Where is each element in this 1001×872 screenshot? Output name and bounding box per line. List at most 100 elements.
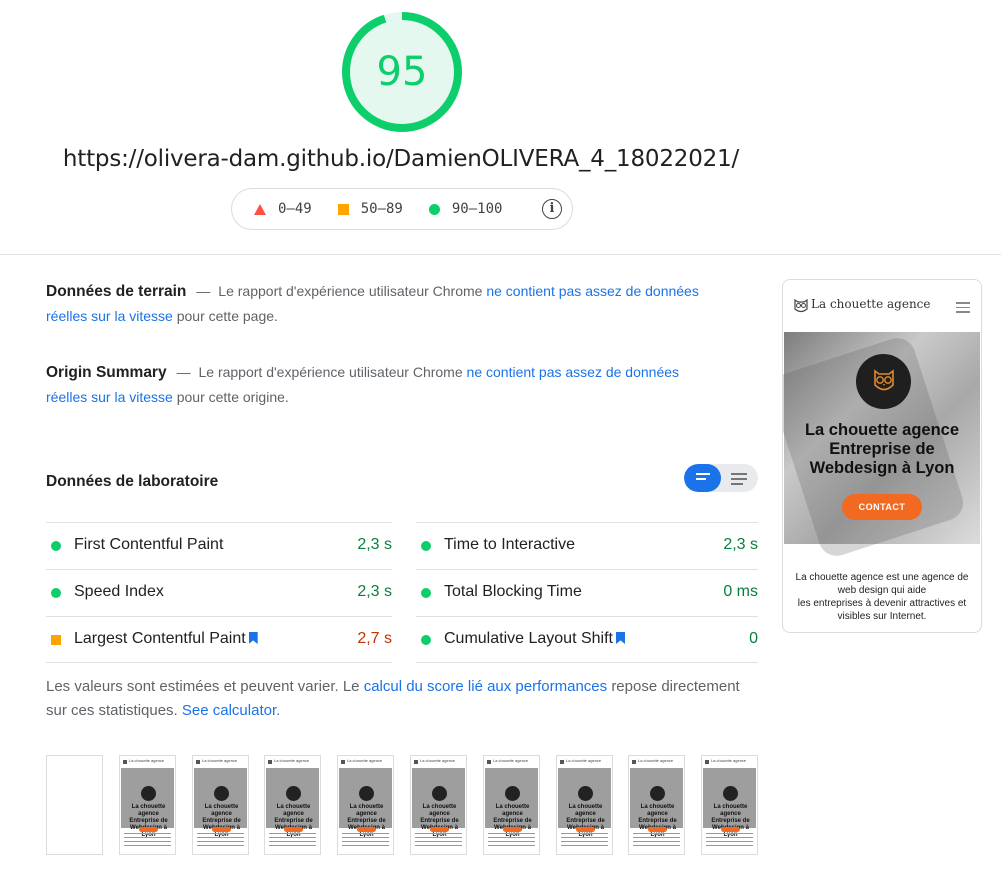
filmstrip-frame: La chouette agence La chouette agence Ent… — [628, 755, 685, 855]
frame-text — [706, 833, 753, 849]
frame-hero: La chouette agence Entreprise de Webdesi… — [558, 768, 611, 838]
origin-summary-text: Le rapport d'expérience utilisateur Chro… — [198, 364, 463, 380]
field-data-text: Le rapport d'expérience utilisateur Chro… — [218, 283, 483, 299]
frame-contact-button — [212, 827, 231, 832]
owl-badge — [723, 786, 738, 801]
score-legend: 0–49 50–89 90–100 i — [231, 188, 573, 230]
filmstrip-frame: La chouette agence La chouette agence Ent… — [410, 755, 467, 855]
metric-name: Total Blocking Time — [444, 583, 582, 600]
performance-score-gauge: 95 — [341, 11, 463, 133]
metric-total-blocking-time: Total Blocking Time 0 ms — [416, 569, 758, 616]
compact-view-icon[interactable] — [696, 473, 710, 483]
frame-contact-button — [139, 827, 158, 832]
pass-circle-icon — [51, 541, 61, 551]
triangle-icon — [254, 203, 266, 215]
filmstrip-frame: La chouette agence La chouette agence Ent… — [192, 755, 249, 855]
metric-value: 2,7 s — [357, 630, 392, 647]
filmstrip-frame: La chouette agence La chouette agence Ent… — [701, 755, 758, 855]
bookmark-icon[interactable] — [615, 632, 625, 644]
circle-icon — [428, 203, 440, 215]
pass-circle-icon — [421, 635, 431, 645]
frame-contact-button — [503, 827, 522, 832]
filmstrip-frame: La chouette agence La chouette agence Ent… — [337, 755, 394, 855]
owl-logo-icon — [487, 760, 491, 764]
metric-first-contentful-paint: First Contentful Paint 2,3 s — [46, 522, 392, 569]
owl-badge — [359, 786, 374, 801]
frame-text — [488, 833, 535, 849]
site-brand: La chouette agence — [811, 297, 931, 311]
owl-logo-icon — [123, 760, 127, 764]
frame-brand: La chouette agence — [493, 758, 529, 763]
owl-logo-icon — [560, 760, 564, 764]
owl-logo-icon — [794, 298, 808, 313]
legend-average-label: 50–89 — [360, 201, 403, 217]
frame-brand: La chouette agence — [638, 758, 674, 763]
frame-hero: La chouette agence Entreprise de Webdesi… — [412, 768, 465, 838]
filmstrip-frame: La chouette agence La chouette agence Ent… — [483, 755, 540, 855]
frame-brand: La chouette agence — [129, 758, 165, 763]
frame-text — [342, 833, 389, 849]
legend-fail-label: 0–49 — [278, 201, 312, 217]
metrics-right-column: Time to Interactive 2,3 s Total Blocking… — [416, 522, 758, 663]
metric-time-to-interactive: Time to Interactive 2,3 s — [416, 522, 758, 569]
owl-icon — [874, 369, 894, 391]
frame-hero: La chouette agence Entreprise de Webdesi… — [485, 768, 538, 838]
owl-badge — [505, 786, 520, 801]
legend-average: 50–89 — [337, 201, 403, 217]
note-text: Les valeurs sont estimées et peuvent var… — [46, 678, 360, 695]
bookmark-icon[interactable] — [248, 632, 258, 644]
field-data-text-after: pour cette page. — [176, 308, 278, 324]
metric-name-wrap: Largest Contentful Paint — [74, 630, 258, 648]
owl-badge — [141, 786, 156, 801]
metric-name: Speed Index — [74, 583, 164, 600]
frame-text — [633, 833, 680, 849]
filmstrip-frame: La chouette agence La chouette agence Ent… — [264, 755, 321, 855]
metrics-view-toggle[interactable] — [684, 464, 758, 492]
frame-hero: La chouette agence Entreprise de Webdesi… — [121, 768, 174, 838]
info-icon[interactable]: i — [542, 199, 562, 219]
frame-hero: La chouette agence Entreprise de Webdesi… — [703, 768, 756, 838]
metric-value: 2,3 s — [357, 583, 392, 600]
filmstrip: La chouette agence La chouette agence Ent… — [46, 755, 758, 855]
final-screenshot: La chouette agence La chouette agence En… — [782, 279, 982, 633]
frame-brand: La chouette agence — [347, 758, 383, 763]
frame-text — [197, 833, 244, 849]
frame-text — [124, 833, 171, 849]
owl-badge — [856, 354, 911, 409]
owl-logo-icon — [196, 760, 200, 764]
expanded-view-icon[interactable] — [731, 473, 747, 488]
field-data-title: Données de terrain — [46, 283, 187, 300]
frame-brand: La chouette agence — [711, 758, 747, 763]
frame-text — [269, 833, 316, 849]
frame-brand: La chouette agence — [274, 758, 310, 763]
owl-badge — [650, 786, 665, 801]
hero-banner: La chouette agence Entreprise de Webdesi… — [783, 332, 980, 561]
frame-brand: La chouette agence — [202, 758, 238, 763]
owl-logo-icon — [268, 760, 272, 764]
page-url: https://olivera-dam.github.io/DamienOLIV… — [62, 146, 740, 172]
average-square-icon — [51, 635, 61, 645]
metric-name-wrap: Cumulative Layout Shift — [444, 630, 625, 648]
metric-name: First Contentful Paint — [74, 536, 224, 553]
frame-text — [415, 833, 462, 849]
frame-hero: La chouette agence Entreprise de Webdesi… — [630, 768, 683, 838]
owl-logo-icon — [705, 760, 709, 764]
hamburger-menu-icon — [956, 302, 970, 316]
estimate-note: Les valeurs sont estimées et peuvent var… — [46, 675, 746, 723]
legend-fail: 0–49 — [254, 201, 312, 217]
score-value: 95 — [376, 49, 428, 95]
metric-value: 2,3 s — [723, 536, 758, 553]
owl-badge — [578, 786, 593, 801]
see-calculator-link[interactable]: See calculator. — [182, 702, 280, 719]
metric-speed-index: Speed Index 2,3 s — [46, 569, 392, 616]
pass-circle-icon — [51, 588, 61, 598]
metric-largest-contentful-paint: Largest Contentful Paint 2,7 s — [46, 616, 392, 663]
filmstrip-frame — [46, 755, 103, 855]
frame-contact-button — [284, 827, 303, 832]
lab-data-title: Données de laboratoire — [46, 473, 219, 490]
frame-contact-button — [357, 827, 376, 832]
origin-summary-title: Origin Summary — [46, 364, 167, 381]
score-calculation-link[interactable]: calcul du score lié aux performances — [364, 678, 607, 695]
metric-name: Time to Interactive — [444, 536, 576, 553]
frame-contact-button — [430, 827, 449, 832]
